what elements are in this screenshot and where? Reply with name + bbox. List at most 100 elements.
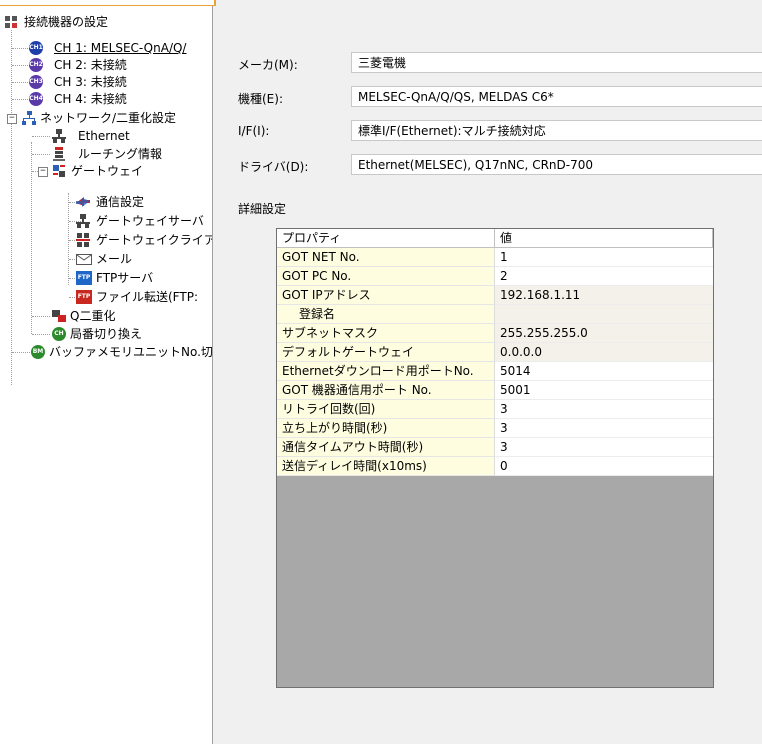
property-cell: GOT NET No. — [277, 248, 495, 267]
tree-line — [32, 316, 50, 317]
ch2-icon: CH2 — [29, 58, 43, 72]
tree-item-label: Ethernet — [78, 129, 130, 143]
value-cell[interactable]: 5014 — [495, 362, 713, 381]
property-cell: 登録名 — [277, 305, 495, 324]
model-field[interactable]: MELSEC-QnA/Q/QS, MELDAS C6* — [351, 86, 762, 107]
routing-icon — [52, 147, 66, 161]
device-settings-icon — [4, 15, 18, 29]
property-grid[interactable]: プロパティ 値 GOT NET No. 1 GOT PC No. 2 GOT I… — [276, 228, 714, 688]
tree-item-label: 通信設定 — [96, 195, 145, 209]
model-label: 機種(E): — [238, 92, 283, 106]
table-row[interactable]: 登録名 — [277, 305, 713, 324]
property-cell: GOT PC No. — [277, 267, 495, 286]
tree-line — [68, 193, 69, 285]
tree-line — [12, 65, 28, 66]
table-row[interactable]: GOT NET No. 1 — [277, 248, 713, 267]
tree-line — [32, 154, 50, 155]
value-cell[interactable]: 2 — [495, 267, 713, 286]
ftp-icon: FTP — [76, 271, 92, 285]
value-cell[interactable]: 3 — [495, 438, 713, 457]
driver-field[interactable]: Ethernet(MELSEC), Q17nNC, CRnD-700 — [351, 154, 762, 175]
table-row[interactable]: 立ち上がり時間(秒) 3 — [277, 419, 713, 438]
interface-label: I/F(I): — [238, 124, 270, 138]
tree-item-label: ゲートウェイ — [71, 164, 144, 178]
ch4-icon: CH4 — [29, 92, 43, 106]
value-cell[interactable]: 0 — [495, 457, 713, 476]
maker-field[interactable]: 三菱電機 — [351, 52, 762, 73]
detail-settings-label: 詳細設定 — [238, 202, 287, 216]
mail-icon — [76, 252, 92, 266]
table-row[interactable]: Ethernetダウンロード用ポートNo. 5014 — [277, 362, 713, 381]
value-cell[interactable]: 0.0.0.0 — [495, 343, 713, 362]
value-cell[interactable]: 3 — [495, 400, 713, 419]
property-cell: GOT IPアドレス — [277, 286, 495, 305]
property-cell: GOT 機器通信用ポート No. — [277, 381, 495, 400]
tree-item-label: ゲートウェイクライア — [96, 233, 213, 247]
tree-item-label: FTPサーバ — [96, 271, 154, 285]
tree-item-label: ファイル転送(FTP: — [96, 290, 198, 304]
property-cell: 通信タイムアウト時間(秒) — [277, 438, 495, 457]
client-icon — [76, 233, 90, 247]
tree-line — [12, 99, 28, 100]
ch3-icon: CH3 — [29, 75, 43, 89]
tree-item-label: バッファメモリユニットNo.切り — [49, 345, 213, 359]
tree-item-label: ゲートウェイサーバ — [96, 214, 204, 228]
settings-panel: メーカ(M): 三菱電機 機種(E): MELSEC-QnA/Q/QS, MEL… — [214, 6, 762, 744]
redundancy-icon — [52, 309, 66, 323]
value-cell[interactable]: 5001 — [495, 381, 713, 400]
tree-line — [12, 48, 28, 49]
tree-line — [12, 82, 28, 83]
tree-item-label: CH 1: MELSEC-QnA/Q/ — [54, 41, 187, 55]
network-icon — [22, 111, 36, 125]
property-cell: Ethernetダウンロード用ポートNo. — [277, 362, 495, 381]
ch1-icon: CH1 — [29, 41, 43, 55]
value-cell[interactable]: 192.168.1.11 — [495, 286, 713, 305]
tree-item-label: CH 2: 未接続 — [54, 58, 127, 72]
buffer-memory-icon: BM — [31, 345, 45, 359]
property-cell: 送信ディレイ時間(x10ms) — [277, 457, 495, 476]
tree-line — [32, 334, 50, 335]
table-row[interactable]: サブネットマスク 255.255.255.0 — [277, 324, 713, 343]
station-switch-icon: CH — [52, 327, 66, 341]
property-cell: サブネットマスク — [277, 324, 495, 343]
ethernet-icon — [52, 129, 66, 143]
tree-item-label: Q二重化 — [70, 309, 116, 323]
tree-item-label: 局番切り換え — [70, 327, 143, 341]
server-icon — [76, 214, 90, 228]
collapse-icon[interactable]: − — [7, 114, 17, 124]
value-cell[interactable]: 3 — [495, 419, 713, 438]
property-cell: 立ち上がり時間(秒) — [277, 419, 495, 438]
tree-item-label: CH 4: 未接続 — [54, 92, 127, 106]
table-row[interactable]: デフォルトゲートウェイ 0.0.0.0 — [277, 343, 713, 362]
tree-item-label: CH 3: 未接続 — [54, 75, 127, 89]
file-transfer-icon: FTP — [76, 290, 92, 304]
tree-line — [12, 352, 30, 353]
table-row[interactable]: GOT PC No. 2 — [277, 267, 713, 286]
header-value[interactable]: 値 — [495, 229, 713, 248]
tree-item-label: ネットワーク/二重化設定 — [40, 111, 177, 125]
collapse-icon[interactable]: − — [38, 167, 48, 177]
property-cell: デフォルトゲートウェイ — [277, 343, 495, 362]
table-row[interactable]: GOT 機器通信用ポート No. 5001 — [277, 381, 713, 400]
driver-label: ドライバ(D): — [238, 160, 309, 174]
tree-root-label: 接続機器の設定 — [24, 15, 109, 29]
tree-item-label: ルーチング情報 — [78, 147, 163, 161]
value-cell[interactable]: 1 — [495, 248, 713, 267]
maker-label: メーカ(M): — [238, 58, 298, 72]
grid-header: プロパティ 値 — [277, 229, 713, 248]
tree-line — [11, 23, 12, 385]
value-cell[interactable]: 255.255.255.0 — [495, 324, 713, 343]
table-row[interactable]: 通信タイムアウト時間(秒) 3 — [277, 438, 713, 457]
table-row[interactable]: 送信ディレイ時間(x10ms) 0 — [277, 457, 713, 476]
gateway-icon — [52, 164, 66, 178]
table-row[interactable]: リトライ回数(回) 3 — [277, 400, 713, 419]
settings-tree[interactable]: 接続機器の設定 CH1 CH 1: MELSEC-QnA/Q/ CH2 CH 2… — [0, 6, 213, 744]
tree-line — [32, 136, 50, 137]
tree-item-label: メール — [96, 252, 133, 266]
property-cell: リトライ回数(回) — [277, 400, 495, 419]
table-row[interactable]: GOT IPアドレス 192.168.1.11 — [277, 286, 713, 305]
interface-field[interactable]: 標準I/F(Ethernet):マルチ接続対応 — [351, 120, 762, 141]
header-property[interactable]: プロパティ — [277, 229, 495, 248]
comm-settings-icon — [76, 195, 90, 209]
value-cell[interactable] — [495, 305, 713, 324]
